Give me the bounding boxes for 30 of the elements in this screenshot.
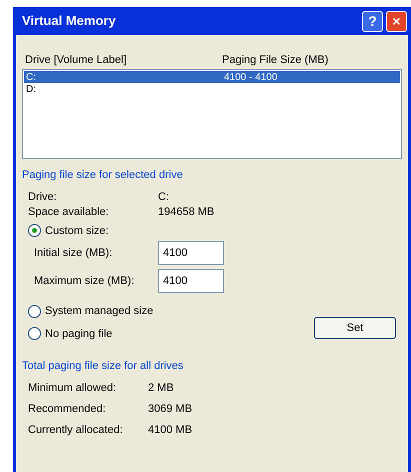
total-label: Minimum allowed: [28, 380, 118, 396]
column-header: Drive [Volume Label] [24, 52, 128, 68]
radio-label: No paging file [45, 326, 112, 342]
radio-button[interactable] [28, 304, 41, 318]
field-label: Maximum size (MB): [34, 274, 136, 289]
total-label: Currently allocated: [28, 422, 124, 438]
close-button[interactable]: × [386, 10, 407, 32]
section-title: Total paging file size for all drives [22, 359, 184, 374]
radio-button[interactable] [28, 224, 41, 238]
window-title: Virtual Memory [22, 12, 116, 30]
total-value: 2 MB [148, 380, 174, 396]
radio-label: Custom size: [45, 224, 109, 238]
total-value: 4100 MB [148, 422, 192, 438]
drive-row[interactable]: C: 4100 - 4100 [24, 71, 400, 83]
info-value: C: [158, 190, 169, 205]
size-field[interactable]: 4100 [158, 269, 224, 293]
size-field[interactable]: 4100 [158, 241, 224, 265]
total-value: 3069 MB [148, 402, 192, 417]
radio-button[interactable] [28, 327, 41, 340]
help-button[interactable]: ? [362, 10, 383, 32]
info-value: 194658 MB [158, 204, 214, 220]
drive-row[interactable]: D: [24, 83, 400, 95]
info-label: Drive: [28, 190, 58, 205]
total-label: Recommended: [28, 402, 107, 417]
info-label: Space available: [28, 204, 110, 220]
radio-label: System managed size [45, 304, 154, 319]
field-label: Initial size (MB): [34, 246, 114, 261]
column-header: Paging File Size (MB) [222, 52, 328, 68]
set-button[interactable]: Set [314, 316, 396, 339]
section-title: Paging file size for selected drive [22, 168, 184, 183]
